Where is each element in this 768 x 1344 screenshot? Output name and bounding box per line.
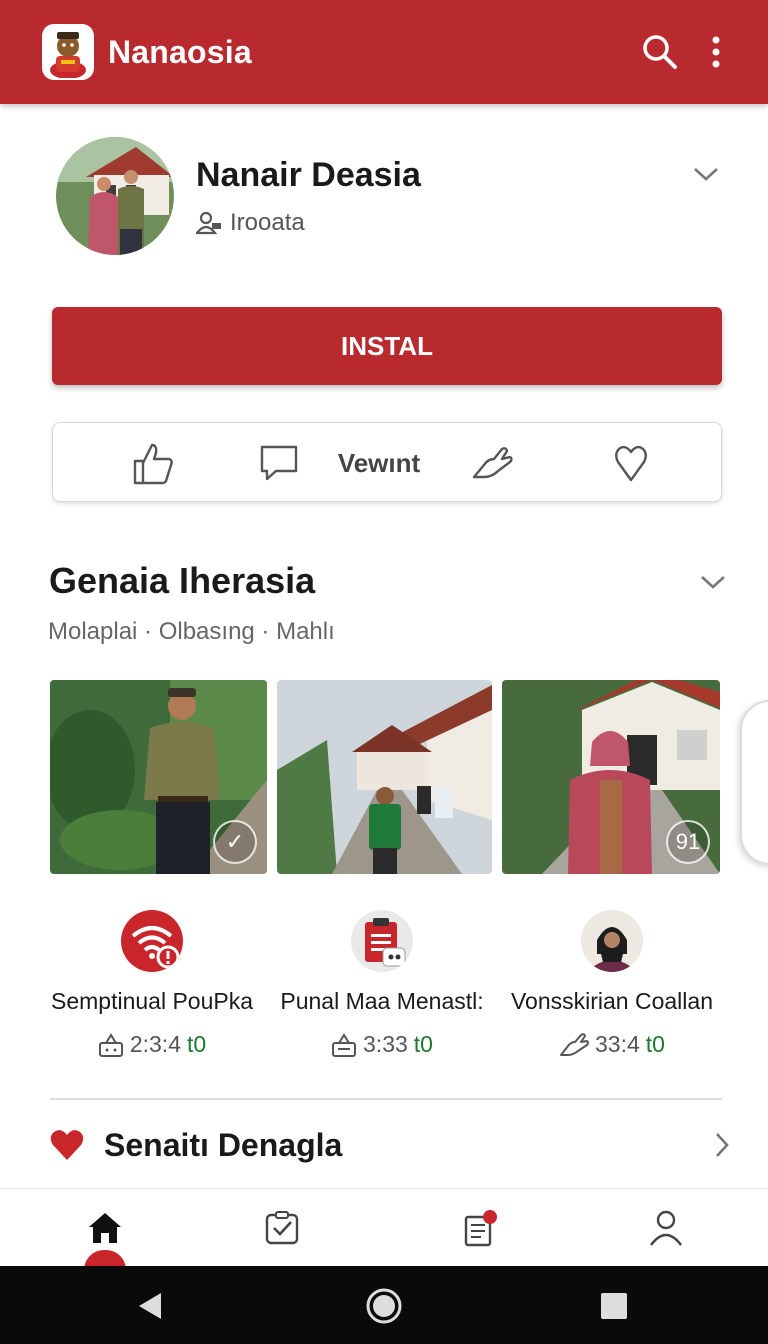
- app-stats: 2:3:4 t0: [32, 1031, 272, 1058]
- thumb-badge: ✓: [213, 820, 257, 864]
- checklist-icon[interactable]: [252, 1203, 312, 1253]
- favorites-title: Senaitı Denagla: [104, 1126, 343, 1163]
- profile-subtitle-text: Irooata: [230, 208, 305, 236]
- install-button[interactable]: INSTAL: [52, 307, 722, 385]
- chevron-right-icon[interactable]: [714, 1132, 730, 1158]
- app-name: Punal Maa Menastl:: [280, 988, 484, 1014]
- app-stats-suffix: t0: [645, 1031, 665, 1057]
- thumb-man-garden[interactable]: ✓: [50, 680, 267, 874]
- view-label: Vewınt: [337, 447, 421, 478]
- profile-icon[interactable]: [636, 1203, 696, 1253]
- app-stats-value: 33:4: [595, 1031, 640, 1057]
- share-hand-icon[interactable]: [453, 423, 533, 503]
- chevron-down-icon[interactable]: [686, 154, 726, 194]
- app-name: Semptinual PouPka: [50, 988, 253, 1014]
- download-icon: [332, 1032, 357, 1057]
- wifi-alert-icon: [121, 910, 183, 972]
- app-card[interactable]: Semptinual PouPka 2:3:4 t0: [32, 910, 272, 1058]
- home-circle-icon[interactable]: [364, 1286, 404, 1326]
- recents-icon[interactable]: [594, 1286, 634, 1326]
- notes-badge-icon[interactable]: [452, 1203, 512, 1253]
- profile-header: Nanair Deasia Irooata: [56, 136, 726, 256]
- app-card[interactable]: Vonsskirian Coallan 33:4 t0: [492, 910, 732, 1058]
- search-icon[interactable]: [632, 24, 688, 80]
- chevron-down-icon[interactable]: [693, 562, 733, 602]
- app-stats-value: 2:3:4: [129, 1031, 181, 1057]
- app-card[interactable]: Punal Maa Menastl: 3:33 t0: [262, 910, 502, 1058]
- home-icon[interactable]: [75, 1203, 135, 1253]
- app-stats: 33:4 t0: [492, 1031, 732, 1058]
- app-stats-value: 3:33: [363, 1031, 408, 1057]
- section-title: Genaia Iherasia: [49, 560, 316, 601]
- heart-filled-icon: [50, 1130, 84, 1160]
- divider: [50, 1098, 722, 1100]
- app-bar: Nanaosia: [0, 0, 768, 104]
- screenshot-gallery: ✓ 91: [50, 680, 768, 875]
- app-name: Vonsskirian Coallan: [510, 988, 713, 1014]
- share-hand-icon: [560, 1032, 590, 1056]
- app-stats-suffix: t0: [413, 1031, 433, 1057]
- favorites-row[interactable]: Senaitı Denagla: [50, 1115, 730, 1175]
- comment-icon[interactable]: [239, 423, 319, 503]
- woman-avatar-icon: [581, 910, 643, 972]
- avatar[interactable]: [56, 137, 174, 255]
- app-stats: 3:33 t0: [262, 1031, 502, 1058]
- app-title: Nanaosia: [108, 33, 252, 70]
- user-group-icon: [196, 211, 221, 234]
- thumb-count-badge: 91: [666, 820, 710, 864]
- heart-outline-icon[interactable]: [591, 423, 671, 503]
- profile-subtitle: Irooata: [196, 209, 686, 237]
- system-navigation-bar: [0, 1266, 768, 1344]
- clipboard-icon: [351, 910, 413, 972]
- back-icon[interactable]: [130, 1286, 170, 1326]
- thumb-houses-path[interactable]: [277, 680, 492, 874]
- mascot-logo-icon[interactable]: [42, 24, 94, 80]
- profile-name: Nanair Deasia: [196, 155, 421, 194]
- gallery-next-peek[interactable]: [740, 700, 768, 865]
- more-vertical-icon[interactable]: [688, 24, 744, 80]
- app-stats-suffix: t0: [186, 1031, 207, 1057]
- section-meta: Molaplai · Olbasıng · Mahlı: [48, 618, 335, 645]
- thumb-woman-house[interactable]: 91: [502, 680, 720, 874]
- view-action[interactable]: Vewınt: [329, 423, 429, 503]
- action-bar: Vewınt: [52, 422, 722, 502]
- download-icon: [98, 1032, 123, 1057]
- thumbs-up-icon[interactable]: [113, 423, 193, 503]
